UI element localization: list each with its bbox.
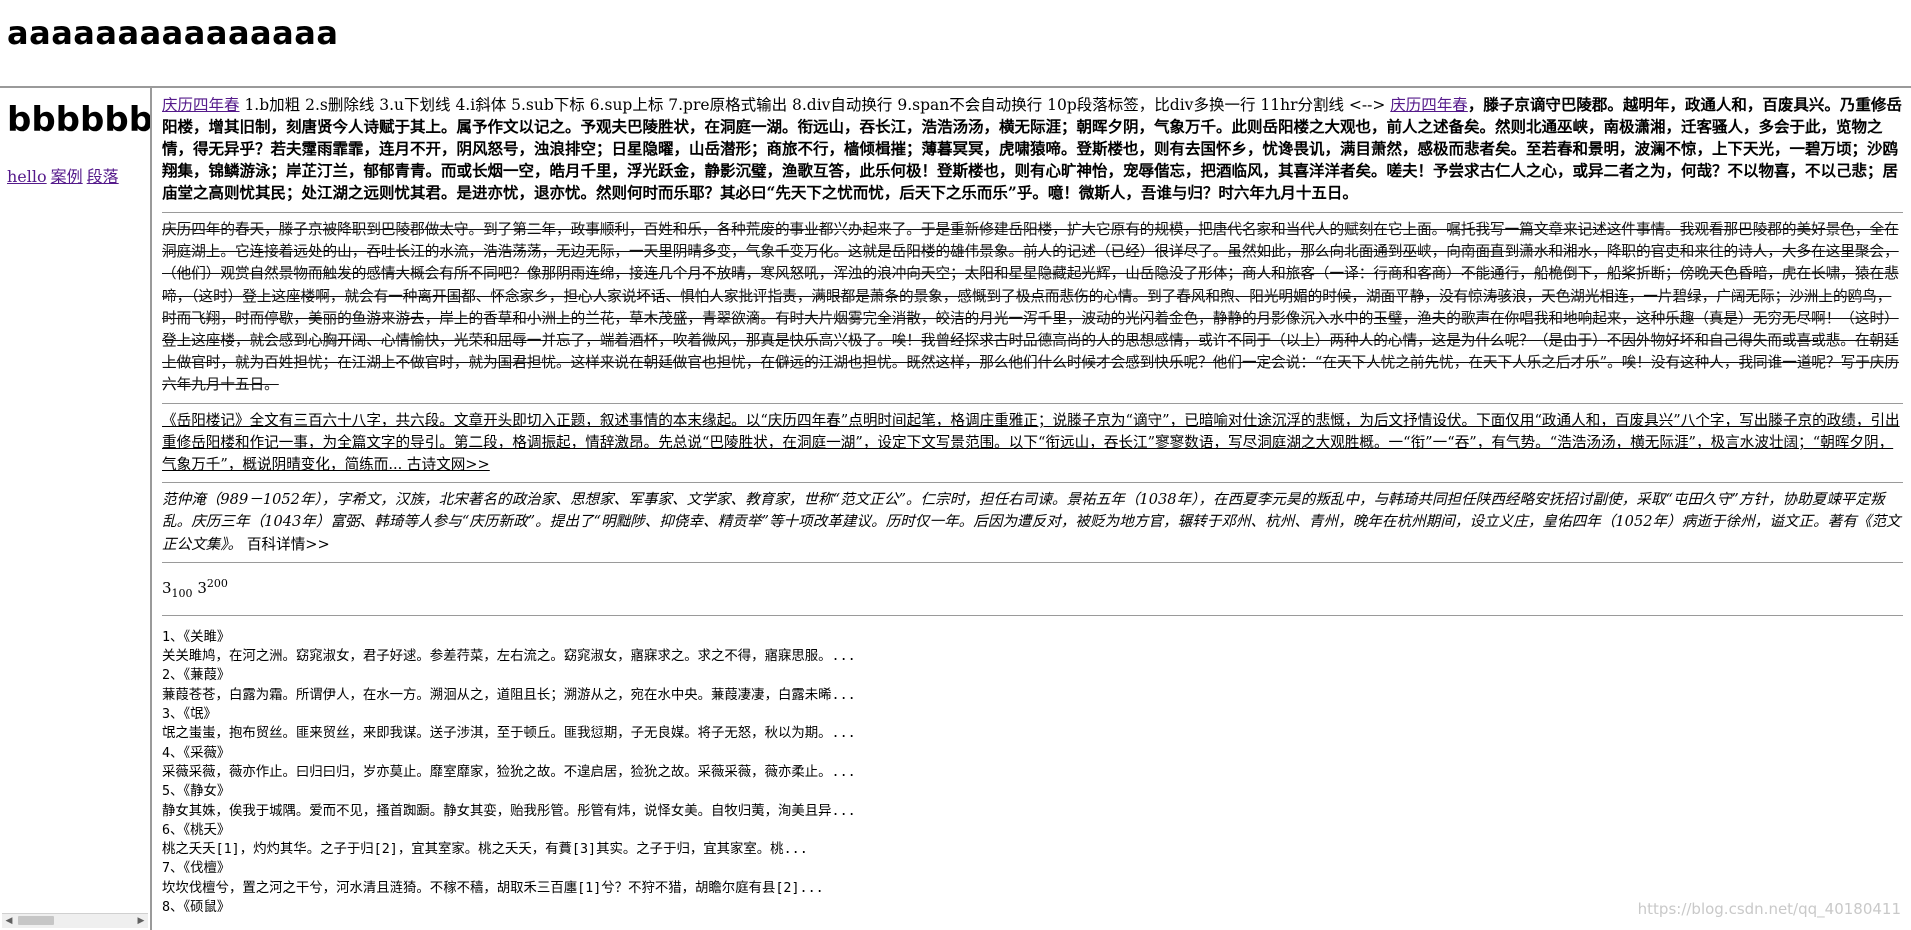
sub-sup-paragraph: 3100 3200: [162, 571, 1903, 607]
baike-more-link[interactable]: 百科详情>>: [247, 536, 330, 553]
left-heading: bbbbbbb: [7, 100, 152, 140]
base-2: 3: [197, 578, 207, 597]
intro-link-1[interactable]: 庆历四年春: [162, 96, 240, 114]
intro-paragraph: 庆历四年春 1.b加粗 2.s删除线 3.u下划线 4.i斜体 5.sub下标 …: [162, 94, 1903, 204]
horizontal-scrollbar[interactable]: ◀ ▶: [2, 913, 148, 928]
superscript: 200: [206, 576, 228, 590]
watermark: https://blog.csdn.net/qq_40180411: [1637, 900, 1901, 918]
nav-link-hello[interactable]: hello: [7, 167, 47, 186]
left-nav: hello 案例 段落: [7, 163, 123, 187]
scroll-right-arrow-icon[interactable]: ▶: [134, 914, 148, 928]
top-frame: aaaaaaaaaaaaaaa: [0, 0, 1911, 88]
subscript: 100: [171, 586, 193, 600]
nav-link-paragraph[interactable]: 段落: [87, 167, 119, 186]
italic-text: 范仲淹（989－1052年），字希文，汉族，北宋著名的政治家、思想家、军事家、文…: [162, 491, 1901, 553]
italic-paragraph: 范仲淹（989－1052年），字希文，汉族，北宋著名的政治家、思想家、军事家、文…: [162, 489, 1903, 556]
main-frame: 庆历四年春 1.b加粗 2.s删除线 3.u下划线 4.i斜体 5.sub下标 …: [153, 88, 1911, 930]
scroll-left-arrow-icon[interactable]: ◀: [2, 914, 16, 928]
strikethrough-paragraph: 庆历四年的春天，滕子京被降职到巴陵郡做太守。到了第二年，政事顺利，百姓和乐，各种…: [162, 221, 1899, 394]
divider-3: [162, 482, 1903, 484]
intro-link-2[interactable]: 庆历四年春: [1390, 96, 1468, 114]
scrollbar-thumb[interactable]: [18, 916, 54, 925]
divider-5: [162, 614, 1903, 616]
base-1: 3: [162, 578, 172, 597]
top-heading: aaaaaaaaaaaaaaa: [7, 14, 339, 52]
underline-paragraph: 《岳阳楼记》全文有三百六十八字，共六段。文章开头即切入正题，叙述事情的本末缘起。…: [162, 411, 1900, 474]
poem-list-pre: 1、《关雎》 关关雎鸠，在河之洲。窈窕淑女，君子好逑。参差荇菜，左右流之。窈窕淑…: [162, 629, 856, 915]
divider-1: [162, 212, 1903, 213]
feature-list-text: 1.b加粗 2.s删除线 3.u下划线 4.i斜体 5.sub下标 6.sup上…: [239, 96, 1391, 114]
left-frame: bbbbbbb hello案例段落 ◀ ▶: [0, 88, 152, 930]
nav-link-cases[interactable]: 案例: [51, 167, 83, 186]
divider-2: [162, 402, 1903, 404]
divider-4: [162, 561, 1903, 563]
